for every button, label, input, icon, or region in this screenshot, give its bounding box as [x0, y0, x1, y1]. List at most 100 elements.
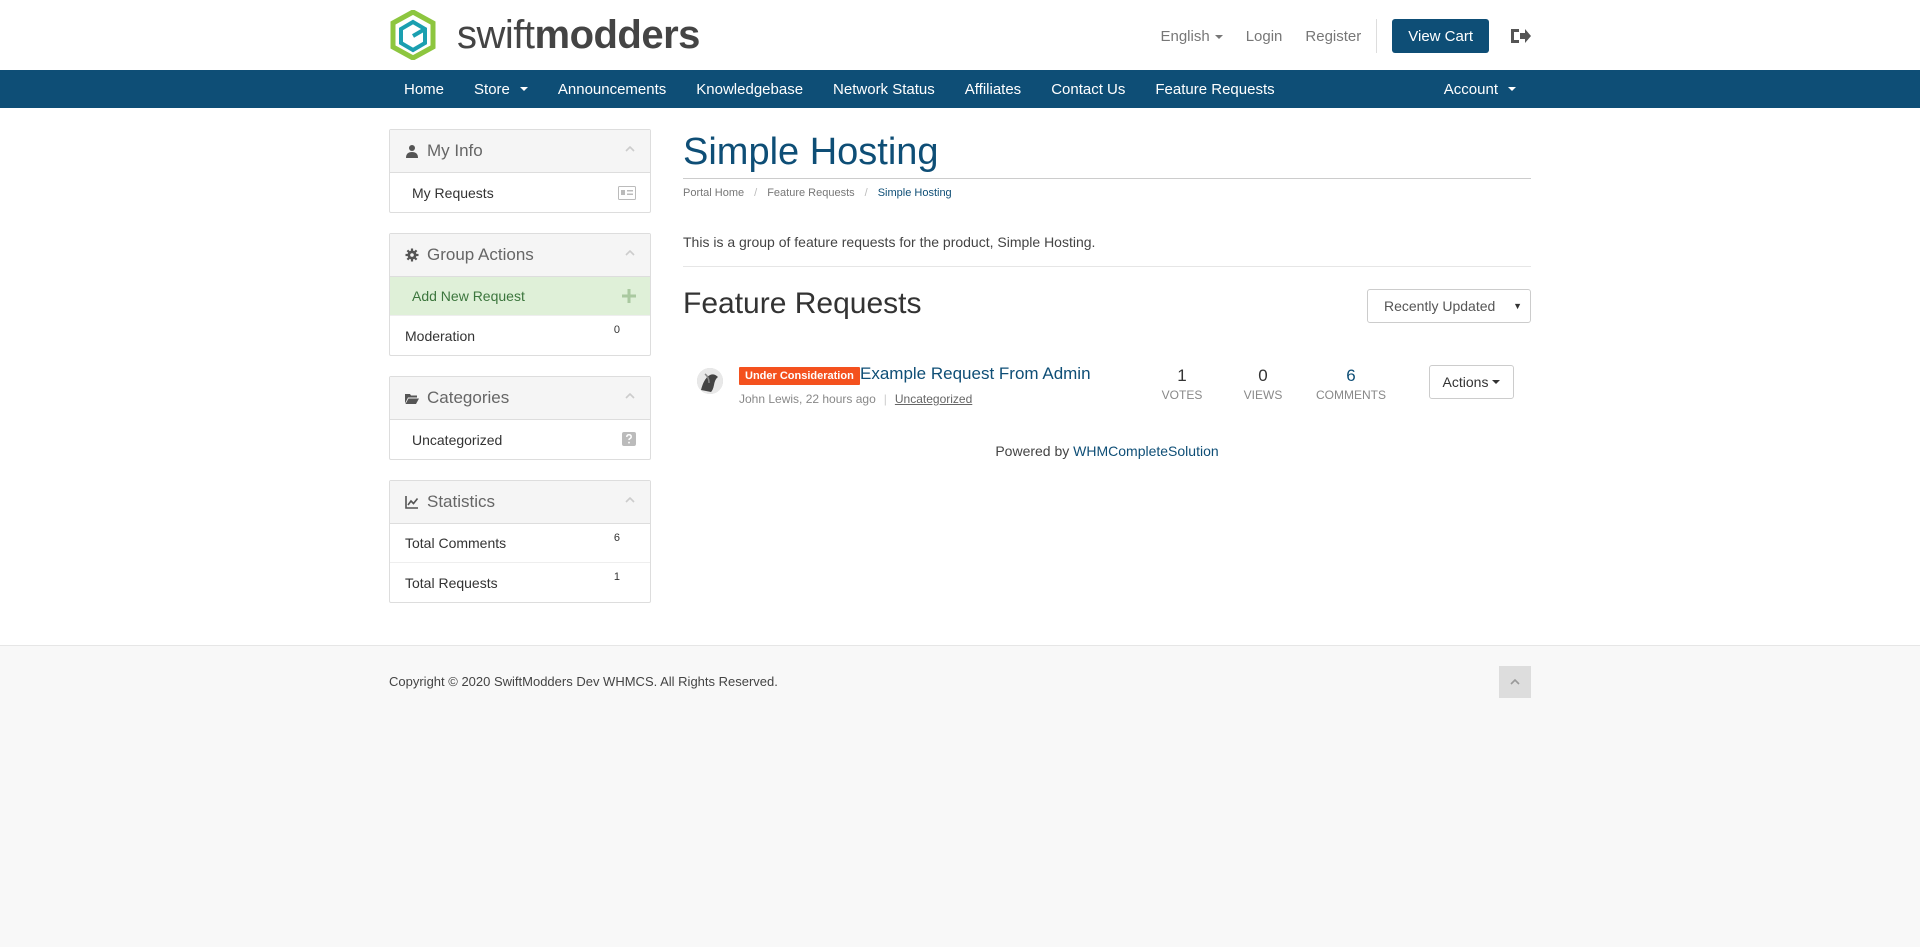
actions-label: Actions	[1442, 374, 1489, 390]
view-cart-button[interactable]: View Cart	[1392, 19, 1489, 53]
page-top: swiftmodders English Login Register View…	[0, 0, 1920, 646]
breadcrumb-feature-requests[interactable]: Feature Requests	[767, 187, 854, 199]
logout-icon[interactable]	[1509, 27, 1531, 45]
avatar	[697, 368, 723, 394]
meta-separator: |	[883, 392, 887, 406]
main-content: Simple Hosting Portal Home / Feature Req…	[683, 129, 1531, 459]
stat-total-requests: Total Requests 1	[390, 563, 650, 602]
views-count: 0	[1258, 366, 1268, 385]
chevron-up-icon	[1510, 679, 1520, 685]
register-link[interactable]: Register	[1305, 28, 1361, 45]
breadcrumb: Portal Home / Feature Requests / Simple …	[683, 187, 1531, 199]
copyright: Copyright © 2020 SwiftModders Dev WHMCS.…	[389, 674, 778, 689]
sort-selected-value: Recently Updated	[1384, 298, 1496, 314]
powered-by-text: Powered by	[995, 443, 1070, 459]
sidebar-item-label: My Requests	[412, 184, 494, 201]
status-badge: Under Consideration	[739, 367, 860, 385]
sort-select[interactable]: Recently Updated ▼	[1367, 289, 1531, 323]
logo[interactable]: swiftmodders	[389, 10, 700, 60]
moderation-count-badge: 0	[613, 324, 620, 336]
nav-home[interactable]: Home	[389, 70, 459, 108]
nav-knowledgebase[interactable]: Knowledgebase	[681, 70, 818, 108]
panel-title: Group Actions	[427, 245, 534, 264]
sidebar-item-label: Add New Request	[412, 288, 525, 304]
breadcrumb-separator: /	[754, 187, 758, 199]
brand-name: swiftmodders	[457, 13, 700, 57]
header-actions: English Login Register View Cart	[1137, 19, 1531, 53]
views-stat: 0 VIEWS	[1238, 366, 1288, 402]
breadcrumb-portal-home[interactable]: Portal Home	[683, 187, 744, 199]
group-description: This is a group of feature requests for …	[683, 234, 1531, 267]
powered-by: Powered by WHMCompleteSolution	[683, 443, 1531, 459]
nav-network-status[interactable]: Network Status	[818, 70, 950, 108]
nav-announcements[interactable]: Announcements	[543, 70, 681, 108]
actions-dropdown-button[interactable]: Actions	[1429, 365, 1514, 399]
chevron-up-icon[interactable]	[625, 146, 635, 152]
request-category-link[interactable]: Uncategorized	[895, 392, 972, 406]
panel-title: Categories	[427, 388, 510, 407]
plus-icon	[622, 289, 636, 303]
whmcs-link[interactable]: WHMCompleteSolution	[1073, 443, 1219, 459]
panel-categories: Categories Uncategorized	[389, 376, 651, 460]
chevron-up-icon[interactable]	[625, 497, 635, 503]
line-chart-icon	[405, 496, 419, 509]
chevron-down-icon	[1492, 380, 1501, 384]
add-new-request-button[interactable]: Add New Request	[390, 277, 650, 316]
stat-label: Total Comments	[405, 535, 507, 551]
nav-feature-requests[interactable]: Feature Requests	[1140, 70, 1289, 108]
footer: Copyright © 2020 SwiftModders Dev WHMCS.…	[0, 646, 1920, 947]
stat-total-comments: Total Comments 6	[390, 524, 650, 563]
nav-store[interactable]: Store	[459, 70, 543, 108]
avatar-image-icon	[697, 368, 723, 394]
votes-count: 1	[1177, 366, 1187, 385]
comments-label: COMMENTS	[1316, 387, 1386, 402]
request-title-link[interactable]: Example Request From Admin	[860, 364, 1091, 384]
login-link[interactable]: Login	[1246, 28, 1283, 45]
chevron-up-icon[interactable]	[625, 393, 635, 399]
header-divider	[1376, 19, 1378, 53]
comments-count[interactable]: 6	[1316, 366, 1386, 386]
panel-my-info: My Info My Requests	[389, 129, 651, 213]
nav-contact-us[interactable]: Contact Us	[1036, 70, 1140, 108]
sidebar: My Info My Requests Group Actions Add Ne…	[389, 129, 651, 623]
panel-header-group-actions[interactable]: Group Actions	[390, 234, 650, 277]
nav-affiliates[interactable]: Affiliates	[950, 70, 1036, 108]
feature-requests-header: Feature Requests Recently Updated ▼	[683, 287, 1531, 347]
main-container: My Info My Requests Group Actions Add Ne…	[389, 108, 1531, 645]
sidebar-item-label: Moderation	[405, 327, 476, 344]
dropdown-arrow-icon: ▼	[1513, 301, 1522, 311]
request-author-time: John Lewis, 22 hours ago	[739, 392, 876, 406]
panel-title: My Info	[427, 141, 483, 160]
folder-open-icon	[405, 394, 419, 404]
id-card-icon	[618, 186, 636, 200]
list-item: Under Consideration Example Request From…	[683, 353, 1531, 413]
question-square-icon	[622, 432, 636, 446]
votes-label: VOTES	[1161, 387, 1203, 402]
request-meta: John Lewis, 22 hours ago | Uncategorized	[739, 392, 972, 406]
views-label: VIEWS	[1243, 387, 1283, 402]
chevron-up-icon[interactable]	[625, 250, 635, 256]
main-area: My Info My Requests Group Actions Add Ne…	[0, 108, 1920, 646]
header: swiftmodders English Login Register View…	[389, 0, 1531, 70]
panel-group-actions: Group Actions Add New Request Moderation…	[389, 233, 651, 356]
language-dropdown[interactable]: English	[1160, 28, 1223, 45]
sidebar-item-moderation[interactable]: Moderation 0	[390, 316, 650, 355]
nav-account[interactable]: Account	[1429, 70, 1531, 108]
panel-header-categories[interactable]: Categories	[390, 377, 650, 420]
breadcrumb-separator: /	[864, 187, 868, 199]
gear-icon	[405, 248, 419, 262]
votes-stat: 1 VOTES	[1157, 366, 1207, 402]
section-title: Feature Requests	[683, 287, 922, 320]
comments-stat[interactable]: 6 COMMENTS	[1316, 366, 1386, 402]
panel-header-my-info[interactable]: My Info	[390, 130, 650, 173]
chevron-down-icon	[1214, 34, 1223, 39]
stat-count: 6	[613, 532, 620, 544]
sidebar-item-uncategorized[interactable]: Uncategorized	[390, 420, 650, 459]
panel-header-statistics[interactable]: Statistics	[390, 481, 650, 524]
chevron-down-icon	[519, 87, 528, 91]
user-icon	[406, 145, 418, 158]
back-to-top-button[interactable]	[1499, 666, 1531, 698]
sidebar-item-my-requests[interactable]: My Requests	[390, 173, 650, 212]
chevron-down-icon	[1508, 87, 1516, 91]
panel-statistics: Statistics Total Comments 6 Total Reques…	[389, 480, 651, 603]
